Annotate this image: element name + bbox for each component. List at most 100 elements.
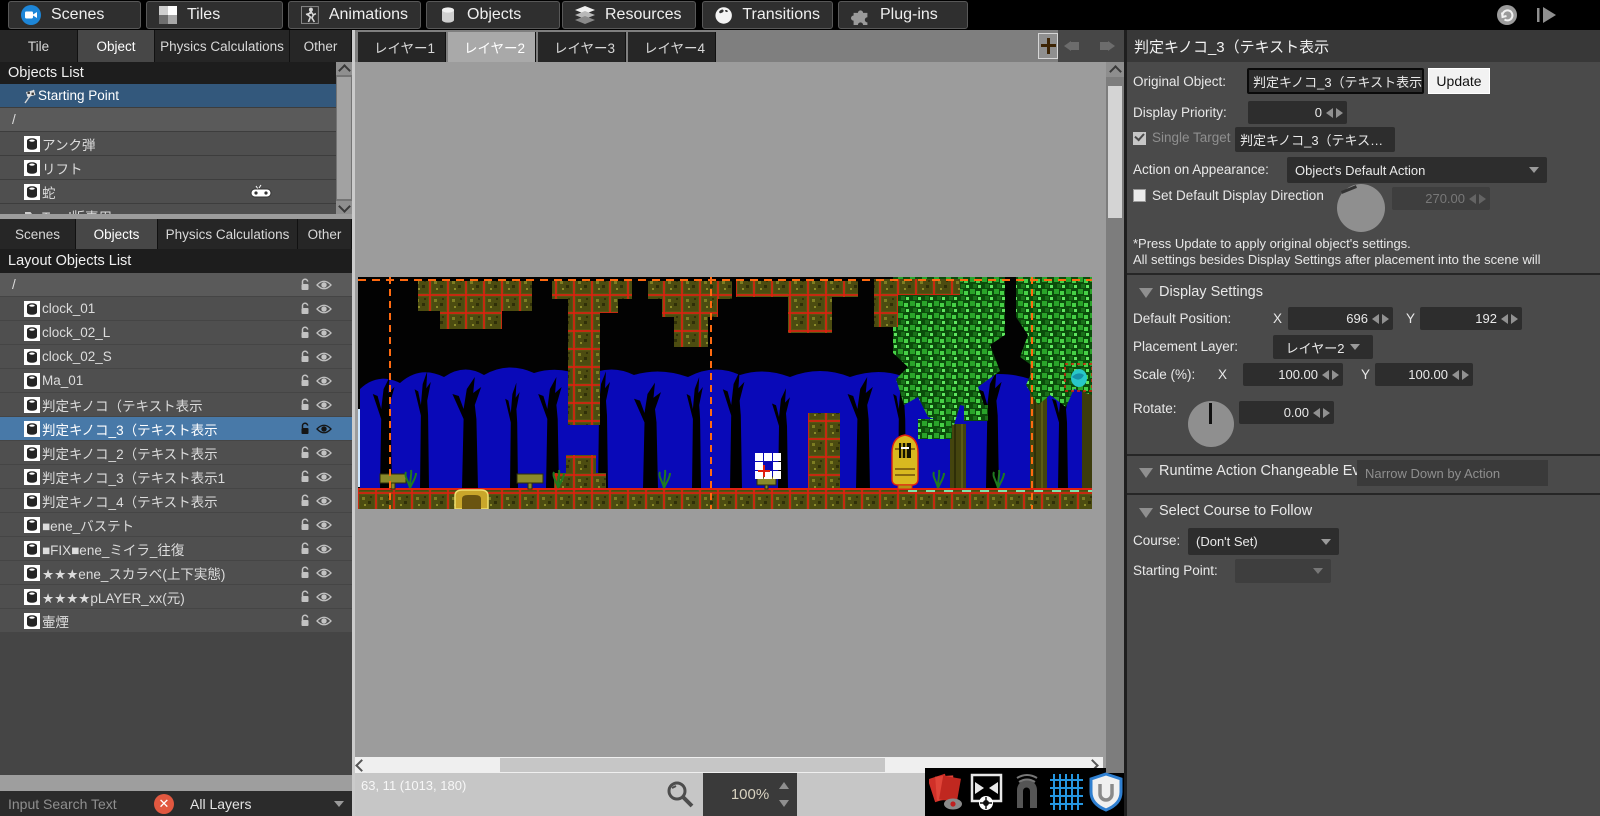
- eye-icon[interactable]: [316, 424, 332, 434]
- lock-icon[interactable]: [299, 446, 311, 460]
- increment-arrow[interactable]: [1511, 314, 1518, 324]
- layer-tab-1[interactable]: レイヤー1: [358, 32, 446, 62]
- list-item[interactable]: ★★★ene_スカラベ(上下実態): [0, 561, 352, 584]
- position-x-field[interactable]: 696: [1288, 307, 1393, 330]
- eye-icon[interactable]: [316, 328, 332, 338]
- list-item[interactable]: 判定キノコ_3（テキスト表示1: [0, 465, 352, 488]
- list-item[interactable]: Tryal版専用: [0, 204, 336, 214]
- toolbar-button-animations[interactable]: Animations: [288, 1, 421, 29]
- close-icon[interactable]: ✕: [154, 794, 174, 814]
- collision-preview-icon[interactable]: [969, 772, 1004, 812]
- layer-scroll-left-arrow[interactable]: [1064, 41, 1079, 51]
- position-y-field[interactable]: 192: [1420, 307, 1522, 330]
- eye-icon[interactable]: [316, 544, 332, 554]
- decrement-arrow[interactable]: [1322, 370, 1329, 380]
- toolbar-button-scenes[interactable]: Scenes: [8, 1, 141, 29]
- decrement-arrow[interactable]: [1452, 370, 1459, 380]
- decrement-arrow[interactable]: [1313, 408, 1320, 418]
- original-object-value[interactable]: 判定キノコ_3（テキスト表示: [1247, 68, 1424, 94]
- zoom-level-box[interactable]: 100%: [703, 773, 797, 816]
- search-input[interactable]: [0, 795, 150, 813]
- lock-icon[interactable]: [299, 614, 311, 628]
- narrow-by-action-field[interactable]: Narrow Down by Action: [1357, 460, 1548, 486]
- lock-icon[interactable]: [299, 398, 311, 412]
- decrement-arrow[interactable]: [1326, 108, 1333, 118]
- hscrollbar-thumb[interactable]: [500, 758, 885, 772]
- zoom-down-spinner[interactable]: [779, 800, 789, 807]
- list-item[interactable]: 壷煙: [0, 609, 352, 632]
- list-item[interactable]: ■ene_バステト: [0, 513, 352, 536]
- list-item[interactable]: clock_02_L: [0, 321, 352, 344]
- eye-icon[interactable]: [316, 568, 332, 578]
- increment-arrow[interactable]: [1323, 408, 1330, 418]
- section-collapse-icon[interactable]: [1139, 508, 1153, 518]
- scrollbar-thumb[interactable]: [337, 77, 351, 199]
- tab-other[interactable]: Other: [290, 30, 352, 62]
- layer-tab-3[interactable]: レイヤー3: [538, 32, 626, 62]
- increment-arrow[interactable]: [1332, 370, 1339, 380]
- list-item[interactable]: 判定キノコ_2（テキスト表示: [0, 441, 352, 464]
- scroll-up-button[interactable]: [1106, 62, 1124, 77]
- layer-scroll-right-arrow[interactable]: [1100, 41, 1115, 51]
- rotate-dial[interactable]: [1188, 401, 1234, 447]
- lock-icon[interactable]: [299, 518, 311, 532]
- scroll-up-button[interactable]: [336, 62, 352, 75]
- eye-icon[interactable]: [316, 472, 332, 482]
- eye-icon[interactable]: [316, 352, 332, 362]
- list-item[interactable]: 蛇: [0, 180, 336, 203]
- shield-icon[interactable]: [1089, 772, 1124, 812]
- layers-filter-value[interactable]: All Layers: [190, 796, 251, 812]
- set-direction-checkbox[interactable]: [1133, 189, 1146, 202]
- lock-icon[interactable]: [299, 542, 311, 556]
- tab-physics-calculations-2[interactable]: Physics Calculations: [158, 219, 298, 249]
- objects-list-scrollbar[interactable]: [336, 62, 352, 214]
- toolbar-button-tiles[interactable]: Tiles: [146, 1, 283, 29]
- statue-sprite[interactable]: [892, 435, 918, 489]
- list-item[interactable]: ★★★★pLAYER_xx(元): [0, 585, 352, 608]
- single-target-checkbox[interactable]: [1133, 132, 1146, 145]
- action-on-appearance-dropdown[interactable]: Object's Default Action: [1287, 157, 1547, 183]
- tab-objects[interactable]: Objects: [76, 219, 158, 249]
- eye-icon[interactable]: [316, 496, 332, 506]
- snap-magnet-icon[interactable]: [1009, 772, 1044, 812]
- decrement-arrow[interactable]: [1372, 314, 1379, 324]
- list-item[interactable]: clock_01: [0, 297, 352, 320]
- tab-scenes[interactable]: Scenes: [0, 219, 76, 249]
- tab-physics-calculations[interactable]: Physics Calculations: [155, 30, 290, 62]
- list-item-root[interactable]: /: [0, 108, 336, 131]
- layer-tab-4[interactable]: レイヤー4: [628, 32, 716, 62]
- section-collapse-icon[interactable]: [1139, 468, 1153, 478]
- lock-icon[interactable]: [299, 350, 311, 364]
- lock-icon[interactable]: [299, 590, 311, 604]
- add-layer-button[interactable]: [1038, 33, 1058, 59]
- scale-y-field[interactable]: 100.00: [1375, 363, 1473, 386]
- toolbar-button-resources[interactable]: Resources: [562, 1, 696, 29]
- eye-icon[interactable]: [316, 400, 332, 410]
- chevron-down-icon[interactable]: [334, 801, 344, 807]
- grid-icon[interactable]: [1049, 772, 1084, 812]
- list-item-starting-point[interactable]: Starting Point: [0, 84, 336, 107]
- list-item[interactable]: ■FIX■ene_ミイラ_往復: [0, 537, 352, 560]
- panel-resize-strip[interactable]: [0, 775, 352, 791]
- lock-icon[interactable]: [299, 494, 311, 508]
- eye-icon[interactable]: [316, 304, 332, 314]
- placement-layer-dropdown[interactable]: レイヤー2: [1273, 335, 1373, 359]
- animation-cards-icon[interactable]: [929, 772, 964, 812]
- eye-icon[interactable]: [316, 616, 332, 626]
- layer-tab-2-selected[interactable]: レイヤー2: [448, 32, 536, 62]
- tab-tile[interactable]: Tile: [0, 30, 78, 62]
- play-icon[interactable]: [1537, 6, 1557, 29]
- increment-arrow[interactable]: [1382, 314, 1389, 324]
- lock-icon[interactable]: [299, 422, 311, 436]
- scroll-left-button[interactable]: [357, 761, 366, 770]
- lock-icon[interactable]: [299, 278, 311, 292]
- eye-icon[interactable]: [316, 448, 332, 458]
- decrement-arrow[interactable]: [1501, 314, 1508, 324]
- toolbar-button-transitions[interactable]: Transitions: [702, 1, 833, 29]
- eye-icon[interactable]: [316, 376, 332, 386]
- increment-arrow[interactable]: [1462, 370, 1469, 380]
- scene-strip[interactable]: [358, 277, 1092, 509]
- zoom-up-spinner[interactable]: [779, 782, 789, 789]
- lock-icon[interactable]: [299, 470, 311, 484]
- lock-icon[interactable]: [299, 374, 311, 388]
